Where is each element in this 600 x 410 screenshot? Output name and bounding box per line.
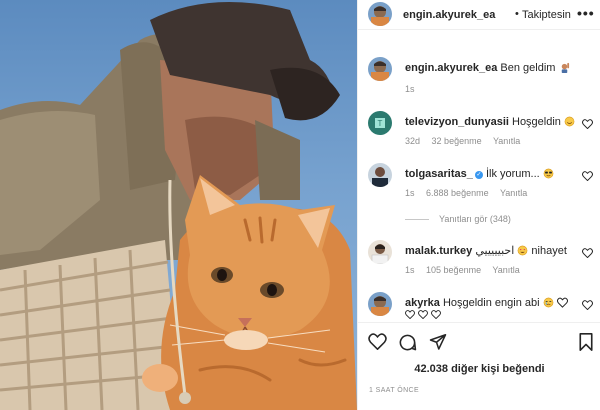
heart-eyes-emoji-icon (517, 245, 528, 256)
post-header: engin.akyurek_ea • Takiptesin ••• (358, 0, 600, 30)
commenter-avatar[interactable] (368, 240, 392, 264)
svg-text:T: T (378, 119, 383, 128)
comment-meta: 32d 32 beğenme Yanıtla (405, 136, 529, 146)
commenter-avatar[interactable]: T (368, 111, 392, 135)
sunglasses-face-emoji-icon (543, 168, 554, 179)
share-icon[interactable] (429, 333, 447, 350)
bookmark-icon[interactable] (579, 333, 593, 351)
comment-age: 1s (405, 188, 415, 198)
comment-hearts-row (405, 310, 441, 319)
comment-like-count[interactable]: 6.888 beğenme (426, 188, 489, 198)
comment-heart-icon[interactable] (582, 248, 593, 258)
author-avatar[interactable] (368, 2, 392, 26)
reply-button[interactable]: Yanıtla (492, 265, 519, 275)
comment-age: 32d (405, 136, 421, 146)
comment-like-count[interactable]: 105 beğenme (426, 265, 481, 275)
header-separator: • (515, 8, 519, 20)
smiling-face-emoji-icon (564, 116, 575, 127)
reply-button[interactable]: Yanıtla (493, 136, 520, 146)
comment-text: Hoşgeldin (512, 116, 561, 128)
comment-age: 1s (405, 265, 415, 275)
comment-like-count[interactable]: 32 beğenme (432, 136, 482, 146)
crying-face-emoji-icon (543, 297, 553, 308)
caption-meta: 1s (405, 84, 424, 94)
reply-button[interactable]: Yanıtla (500, 188, 527, 198)
comment-username[interactable]: malak.turkey (405, 245, 472, 257)
heart-outline-emoji-icon (556, 297, 568, 308)
caption-age: 1s (405, 84, 415, 94)
author-username[interactable]: engin.akyurek_ea (403, 9, 495, 21)
comment-icon[interactable] (398, 333, 417, 352)
commenter-avatar[interactable] (368, 292, 392, 316)
comment-meta: 1s 105 beğenme Yanıtla (405, 265, 529, 275)
comment-heart-icon[interactable] (582, 300, 593, 310)
follow-status-button[interactable]: Takiptesin (522, 9, 571, 21)
comment-username[interactable]: televizyon_dunyasii (405, 116, 509, 128)
comment-text-secondary: nihayet (531, 245, 567, 257)
comment-username[interactable]: tolgasaritas_ (405, 168, 473, 180)
caption-username[interactable]: engin.akyurek_ea (405, 62, 497, 74)
post-actions: 42.038 diğer kişi beğendi 1 SAAT ÖNCE (358, 322, 600, 410)
replies-divider (405, 218, 429, 220)
heart-outline-emoji-icon (418, 310, 428, 319)
caption-text: Ben geldim (500, 62, 556, 74)
comment-meta: 1s 6.888 beğenme Yanıtla (405, 188, 536, 198)
post-sidebar: engin.akyurek_ea • Takiptesin ••• engin.… (357, 0, 600, 410)
likes-summary[interactable]: 42.038 diğer kişi beğendi (358, 363, 600, 375)
verified-badge-icon: ✓ (474, 171, 483, 179)
comment-heart-icon[interactable] (582, 171, 593, 181)
more-options-button[interactable]: ••• (577, 5, 595, 21)
caption-avatar[interactable] (368, 57, 392, 81)
commenter-avatar[interactable] (368, 163, 392, 187)
comment-text: احبيييييي (475, 245, 515, 257)
photo-illustration (0, 2, 357, 410)
comment-text: Hoşgeldin engin abi (442, 297, 540, 309)
heart-outline-emoji-icon (405, 310, 415, 319)
heart-icon[interactable] (368, 333, 387, 350)
post-photo[interactable] (0, 0, 357, 410)
comment-text: İlk yorum... (485, 168, 540, 180)
comment-heart-icon[interactable] (582, 119, 593, 129)
heart-outline-emoji-icon (431, 310, 441, 319)
comment-username[interactable]: akyrka (405, 297, 440, 309)
view-replies-label[interactable]: Yanıtları gör (348) (439, 214, 511, 224)
view-replies-button[interactable]: Yanıtları gör (348) (405, 214, 511, 224)
person-raising-hand-emoji-icon (561, 62, 569, 73)
post-timestamp: 1 SAAT ÖNCE (369, 387, 420, 394)
